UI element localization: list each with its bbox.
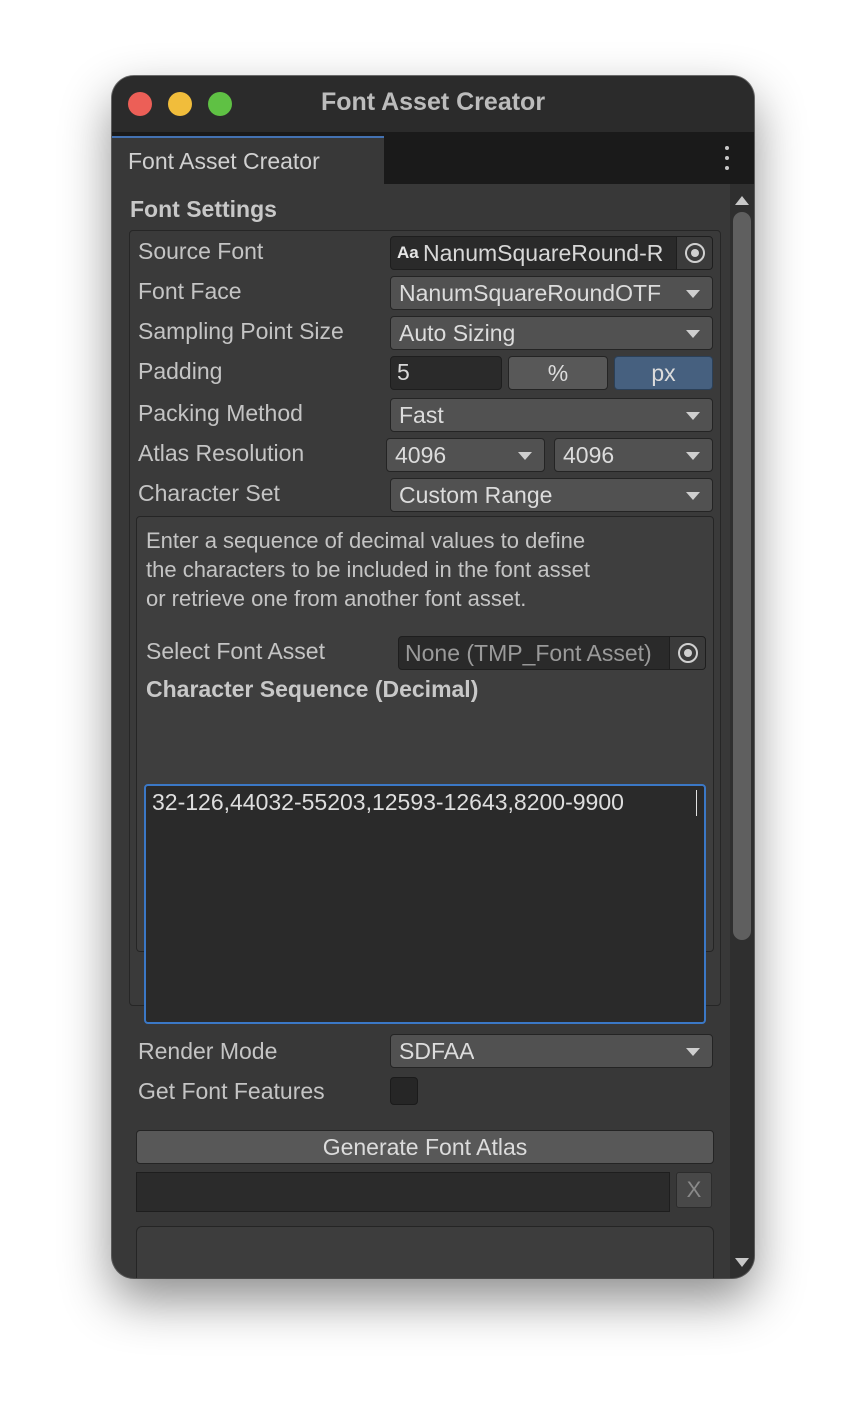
source-font-value: NanumSquareRound-R bbox=[423, 240, 664, 266]
select-font-asset-label: Select Font Asset bbox=[146, 638, 325, 664]
select-font-asset-field[interactable]: None (TMP_Font Asset) bbox=[398, 636, 706, 670]
atlas-width-value: 4096 bbox=[395, 442, 447, 468]
font-asset-creator-window: Font Asset Creator Font Asset Creator Fo… bbox=[112, 76, 754, 1278]
chevron-down-icon bbox=[686, 290, 700, 298]
text-cursor bbox=[696, 790, 697, 816]
help-line: Enter a sequence of decimal values to de… bbox=[146, 528, 586, 553]
packing-method-label: Packing Method bbox=[138, 400, 303, 426]
scroll-up-icon[interactable] bbox=[735, 196, 749, 205]
vertical-scrollbar[interactable] bbox=[730, 184, 754, 1278]
chevron-down-icon bbox=[686, 412, 700, 420]
chevron-down-icon bbox=[686, 452, 700, 460]
object-picker-icon[interactable] bbox=[676, 237, 712, 269]
help-line: the characters to be included in the fon… bbox=[146, 557, 590, 582]
sampling-point-size-value: Auto Sizing bbox=[399, 320, 516, 346]
padding-label: Padding bbox=[138, 358, 223, 384]
character-set-dropdown[interactable]: Custom Range bbox=[390, 478, 713, 512]
font-face-label: Font Face bbox=[138, 278, 242, 304]
padding-px-toggle[interactable]: px bbox=[614, 356, 713, 390]
source-font-field[interactable]: Aa NanumSquareRound-R bbox=[390, 236, 713, 270]
sampling-point-size-label: Sampling Point Size bbox=[138, 318, 344, 344]
get-font-features-checkbox[interactable] bbox=[390, 1077, 418, 1105]
object-picker-icon[interactable] bbox=[669, 637, 705, 669]
tab-font-asset-creator[interactable]: Font Asset Creator bbox=[112, 136, 384, 184]
atlas-resolution-label: Atlas Resolution bbox=[138, 440, 305, 466]
character-sequence-value: 32-126,44032-55203,12593-12643,8200-9900 bbox=[152, 789, 624, 815]
generation-progress-bar bbox=[136, 1172, 670, 1212]
chevron-down-icon bbox=[686, 492, 700, 500]
tab-bar: Font Asset Creator bbox=[112, 132, 754, 184]
chevron-down-icon bbox=[686, 330, 700, 338]
scroll-thumb[interactable] bbox=[733, 212, 751, 940]
more-options-icon[interactable] bbox=[724, 146, 730, 170]
padding-percent-toggle[interactable]: % bbox=[508, 356, 608, 390]
render-mode-label: Render Mode bbox=[138, 1038, 278, 1064]
packing-method-value: Fast bbox=[399, 402, 444, 428]
generate-font-atlas-button[interactable]: Generate Font Atlas bbox=[136, 1130, 714, 1164]
scroll-down-icon[interactable] bbox=[735, 1258, 749, 1267]
atlas-height-dropdown[interactable]: 4096 bbox=[554, 438, 713, 472]
window-title: Font Asset Creator bbox=[320, 88, 546, 116]
help-line: or retrieve one from another font asset. bbox=[146, 586, 527, 611]
character-sequence-input[interactable]: 32-126,44032-55203,12593-12643,8200-9900 bbox=[144, 784, 706, 1024]
character-set-value: Custom Range bbox=[399, 482, 553, 508]
sampling-point-size-dropdown[interactable]: Auto Sizing bbox=[390, 316, 713, 350]
atlas-width-dropdown[interactable]: 4096 bbox=[386, 438, 545, 472]
character-sequence-heading: Character Sequence (Decimal) bbox=[146, 676, 479, 702]
inspector-content: Font Settings Source Font Aa NanumSquare… bbox=[112, 184, 754, 1278]
get-font-features-label: Get Font Features bbox=[138, 1078, 325, 1104]
chevron-down-icon bbox=[686, 1048, 700, 1056]
custom-range-help-text: Enter a sequence of decimal values to de… bbox=[146, 526, 706, 613]
chevron-down-icon bbox=[518, 452, 532, 460]
font-asset-icon: Aa bbox=[397, 243, 419, 262]
source-font-label: Source Font bbox=[138, 238, 264, 264]
render-mode-value: SDFAA bbox=[399, 1038, 475, 1064]
font-settings-heading: Font Settings bbox=[130, 196, 277, 222]
clear-button[interactable]: X bbox=[676, 1172, 712, 1208]
select-font-asset-value: None (TMP_Font Asset) bbox=[405, 640, 652, 666]
tab-label: Font Asset Creator bbox=[128, 148, 320, 174]
packing-method-dropdown[interactable]: Fast bbox=[390, 398, 713, 432]
padding-input[interactable]: 5 bbox=[390, 356, 502, 390]
render-mode-dropdown[interactable]: SDFAA bbox=[390, 1034, 713, 1068]
output-info-box bbox=[136, 1226, 714, 1278]
font-face-dropdown[interactable]: NanumSquareRoundOTF bbox=[390, 276, 713, 310]
character-set-label: Character Set bbox=[138, 480, 280, 506]
atlas-height-value: 4096 bbox=[563, 442, 615, 468]
font-face-value: NanumSquareRoundOTF bbox=[399, 280, 662, 306]
title-bar: Font Asset Creator bbox=[112, 76, 754, 132]
